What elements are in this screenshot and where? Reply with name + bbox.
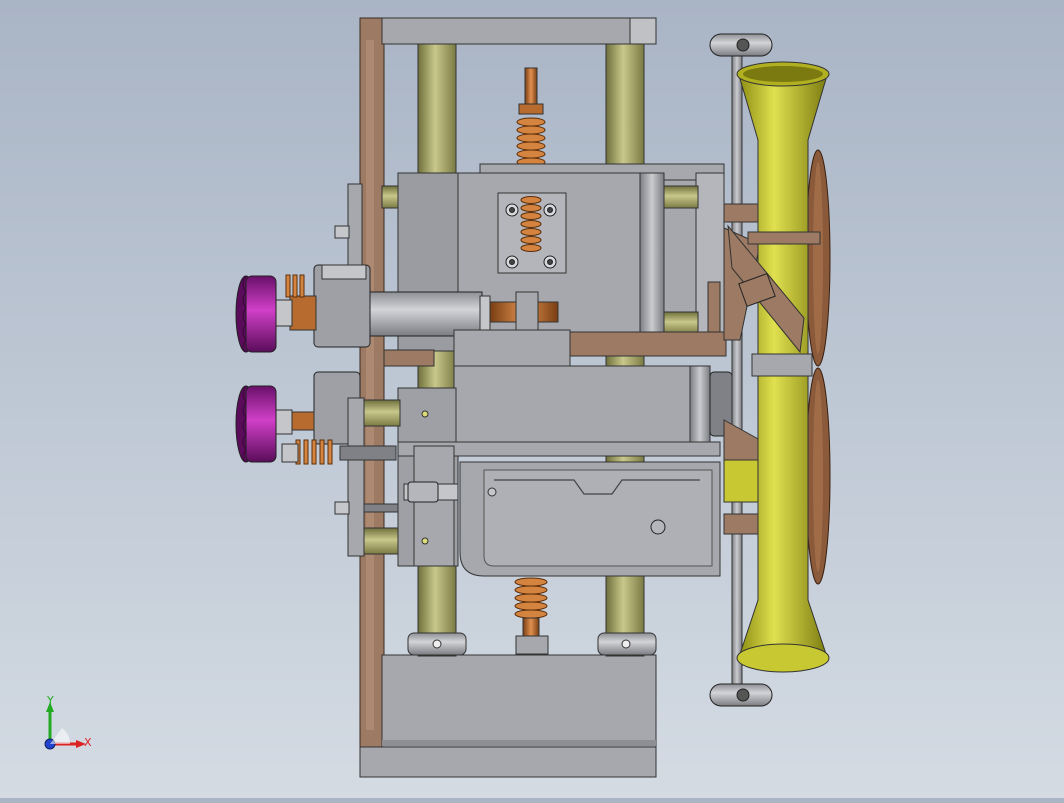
hex-nut <box>407 481 439 503</box>
top-handle[interactable] <box>709 33 773 57</box>
bottom-handle[interactable] <box>709 683 773 707</box>
upper-spring <box>285 274 305 298</box>
frame-plate[interactable] <box>359 17 385 749</box>
upper-adjust-knob[interactable] <box>235 275 277 353</box>
rod-collar-left <box>407 632 467 656</box>
lower-adjust-knob[interactable] <box>235 385 277 463</box>
right-bracket-lower <box>723 419 761 535</box>
bottom-spring-assembly[interactable] <box>514 577 549 655</box>
cad-viewport[interactable]: Y X <box>0 0 1064 798</box>
rod-collar-right <box>597 632 657 656</box>
top-spring-assembly[interactable] <box>516 67 546 167</box>
top-cap-block[interactable] <box>381 17 657 45</box>
right-vertical-rod[interactable] <box>731 53 743 695</box>
bottom-base-block[interactable] <box>359 654 657 778</box>
assembly-drawing <box>235 17 831 778</box>
x-axis-label: X <box>84 736 92 749</box>
coordinate-triad: Y X <box>40 694 100 758</box>
bronze-wheel-lower[interactable] <box>805 367 831 585</box>
spring-mount-plate[interactable] <box>497 192 567 274</box>
lower-die-block[interactable] <box>397 441 721 577</box>
bronze-wheel-upper[interactable] <box>805 149 831 367</box>
y-axis-label: Y <box>47 694 54 707</box>
